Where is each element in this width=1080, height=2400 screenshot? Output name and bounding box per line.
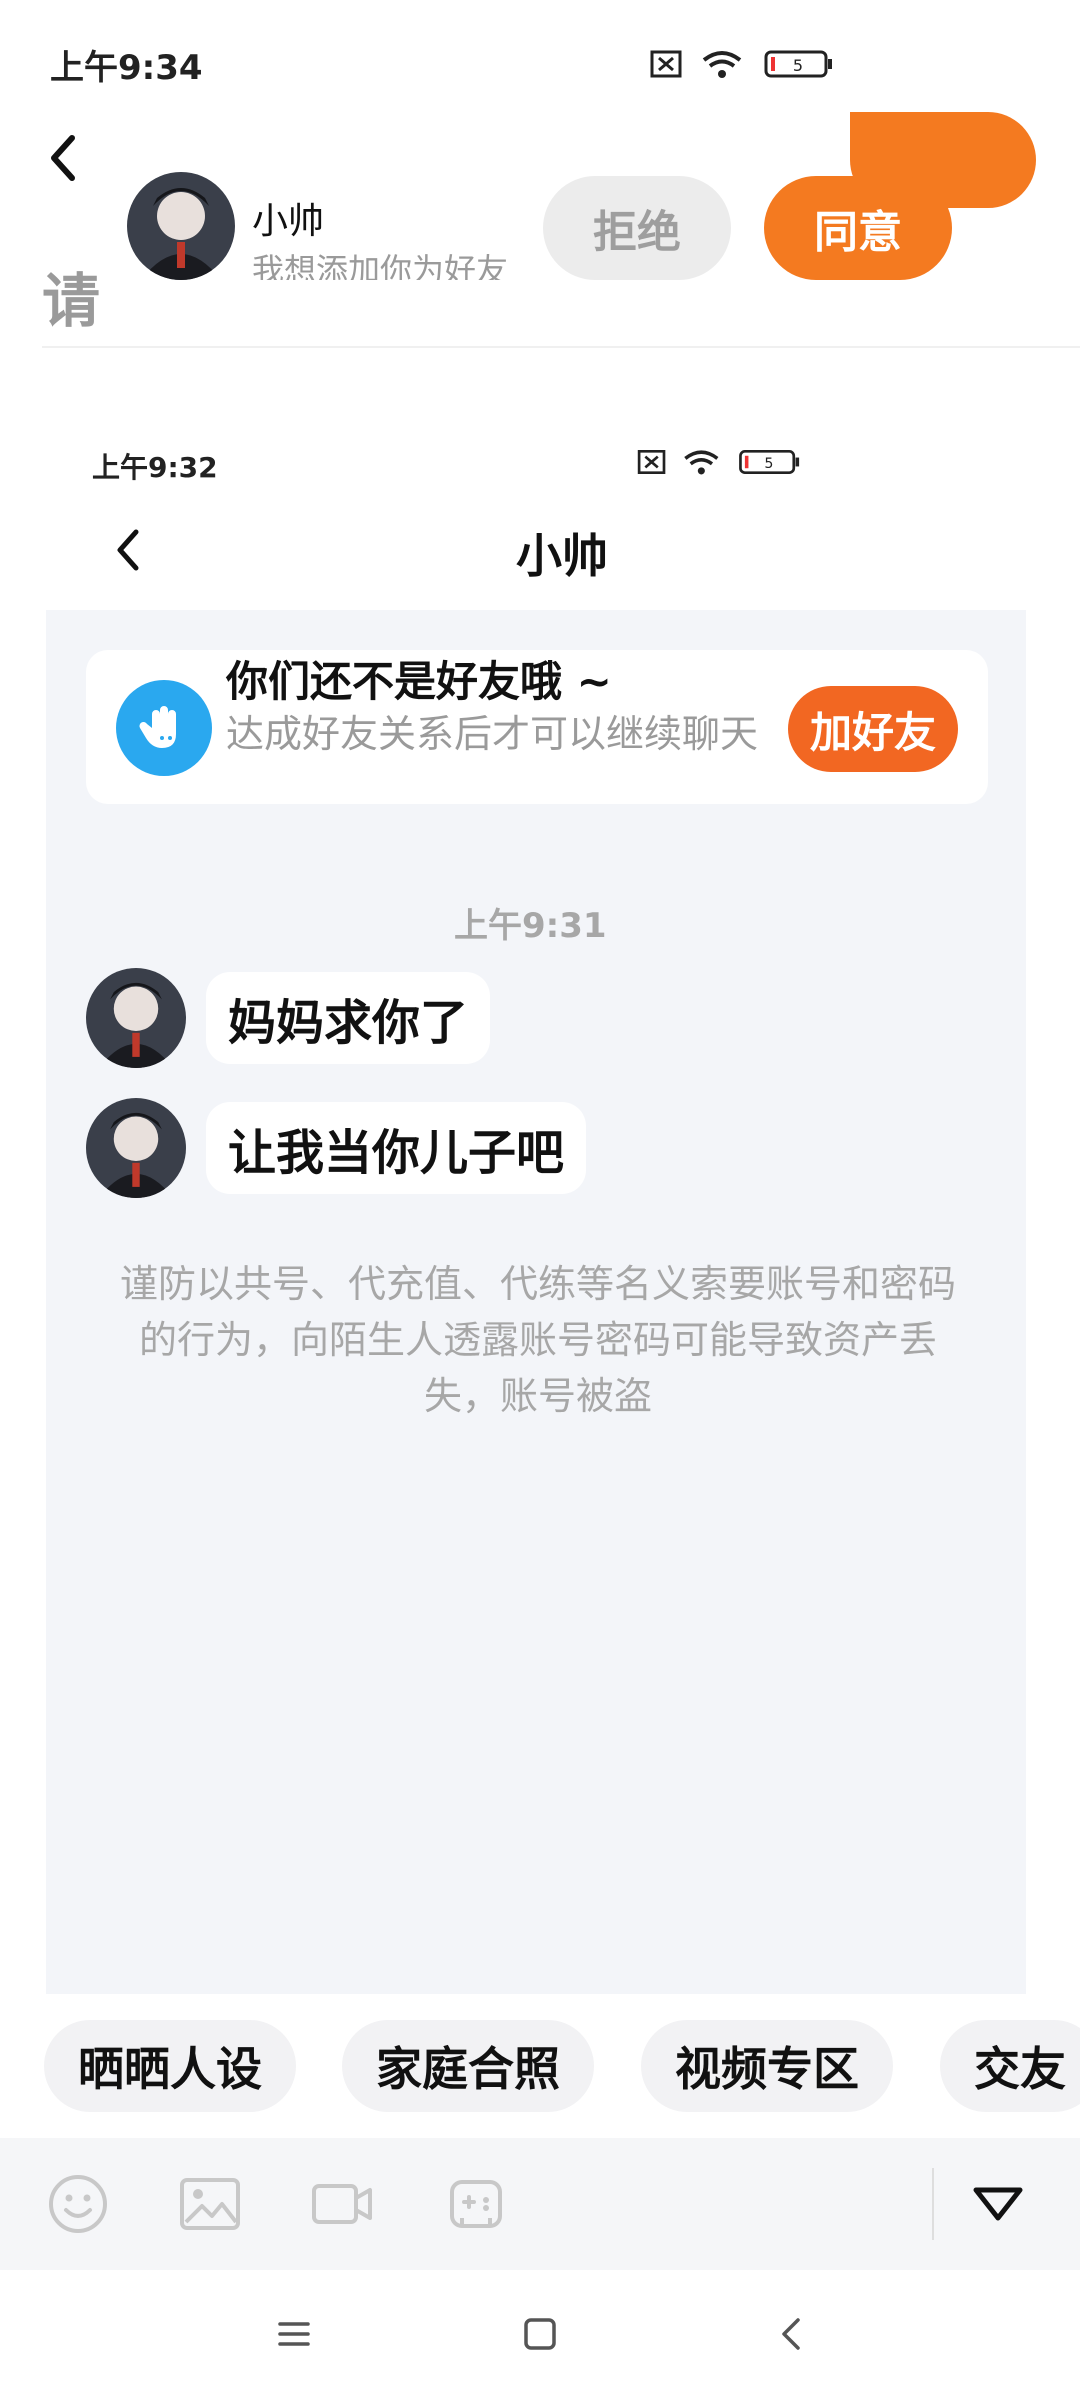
topic-chip[interactable]: 交友	[940, 2020, 1080, 2112]
inner-status-icons: 5	[637, 450, 800, 475]
message-timestamp: 上午9:31	[454, 906, 607, 946]
status-time: 上午9:34	[50, 48, 203, 88]
no-sim-icon	[650, 50, 682, 78]
avatar[interactable]	[86, 968, 186, 1068]
wifi-icon	[684, 450, 719, 475]
background-title-fragment: 请	[42, 267, 101, 335]
topic-chip[interactable]: 晒晒人设	[44, 2020, 296, 2112]
expand-icon[interactable]	[970, 2180, 1026, 2228]
back-icon[interactable]	[40, 128, 90, 188]
divider	[42, 346, 1080, 348]
message-bubble[interactable]: 让我当你儿子吧	[206, 1102, 587, 1194]
status-icons: 5	[650, 50, 832, 78]
image-icon[interactable]	[178, 2172, 242, 2236]
back-icon[interactable]	[768, 2310, 816, 2358]
request-message: 我想添加你为好友	[252, 251, 509, 280]
battery-level: 5	[793, 56, 803, 75]
game-icon[interactable]	[444, 2172, 508, 2236]
topic-chip[interactable]: 视频专区	[641, 2020, 893, 2112]
message-bubble[interactable]: 妈妈求你了	[206, 972, 491, 1064]
inner-battery-level: 5	[764, 456, 773, 472]
inner-status-time: 上午9:32	[92, 451, 218, 484]
avatar[interactable]	[127, 172, 235, 280]
avatar[interactable]	[86, 1098, 186, 1198]
menu-icon[interactable]	[270, 2310, 318, 2358]
reject-button[interactable]: 拒绝	[543, 176, 731, 280]
add-friend-button[interactable]: 加好友	[788, 686, 958, 772]
notice-subtitle: 达成好友关系后才可以继续聊天	[226, 712, 759, 756]
no-sim-icon	[637, 450, 666, 474]
emoji-icon[interactable]	[46, 2172, 110, 2236]
request-sender-name: 小帅	[252, 201, 325, 242]
chat-title: 小帅	[516, 529, 608, 583]
toolbar-divider	[932, 2168, 934, 2240]
safety-warning: 谨防以共号、代充值、代练等名义索要账号和密码的行为，向陌生人透露账号密码可能导致…	[119, 1262, 956, 1418]
notice-title: 你们还不是好友哦 ~	[226, 657, 612, 706]
topic-chip[interactable]: 家庭合照	[342, 2020, 594, 2112]
wifi-icon	[702, 51, 742, 78]
topic-strip: 晒晒人设 家庭合照 视频专区 交友	[0, 1994, 1080, 2138]
home-icon[interactable]	[516, 2310, 564, 2358]
wave-hand-icon	[116, 680, 212, 776]
input-toolbar	[0, 2138, 1080, 2270]
chat-back-icon[interactable]	[108, 524, 148, 576]
video-icon[interactable]	[310, 2172, 374, 2236]
accept-button[interactable]: 同意	[764, 176, 952, 280]
